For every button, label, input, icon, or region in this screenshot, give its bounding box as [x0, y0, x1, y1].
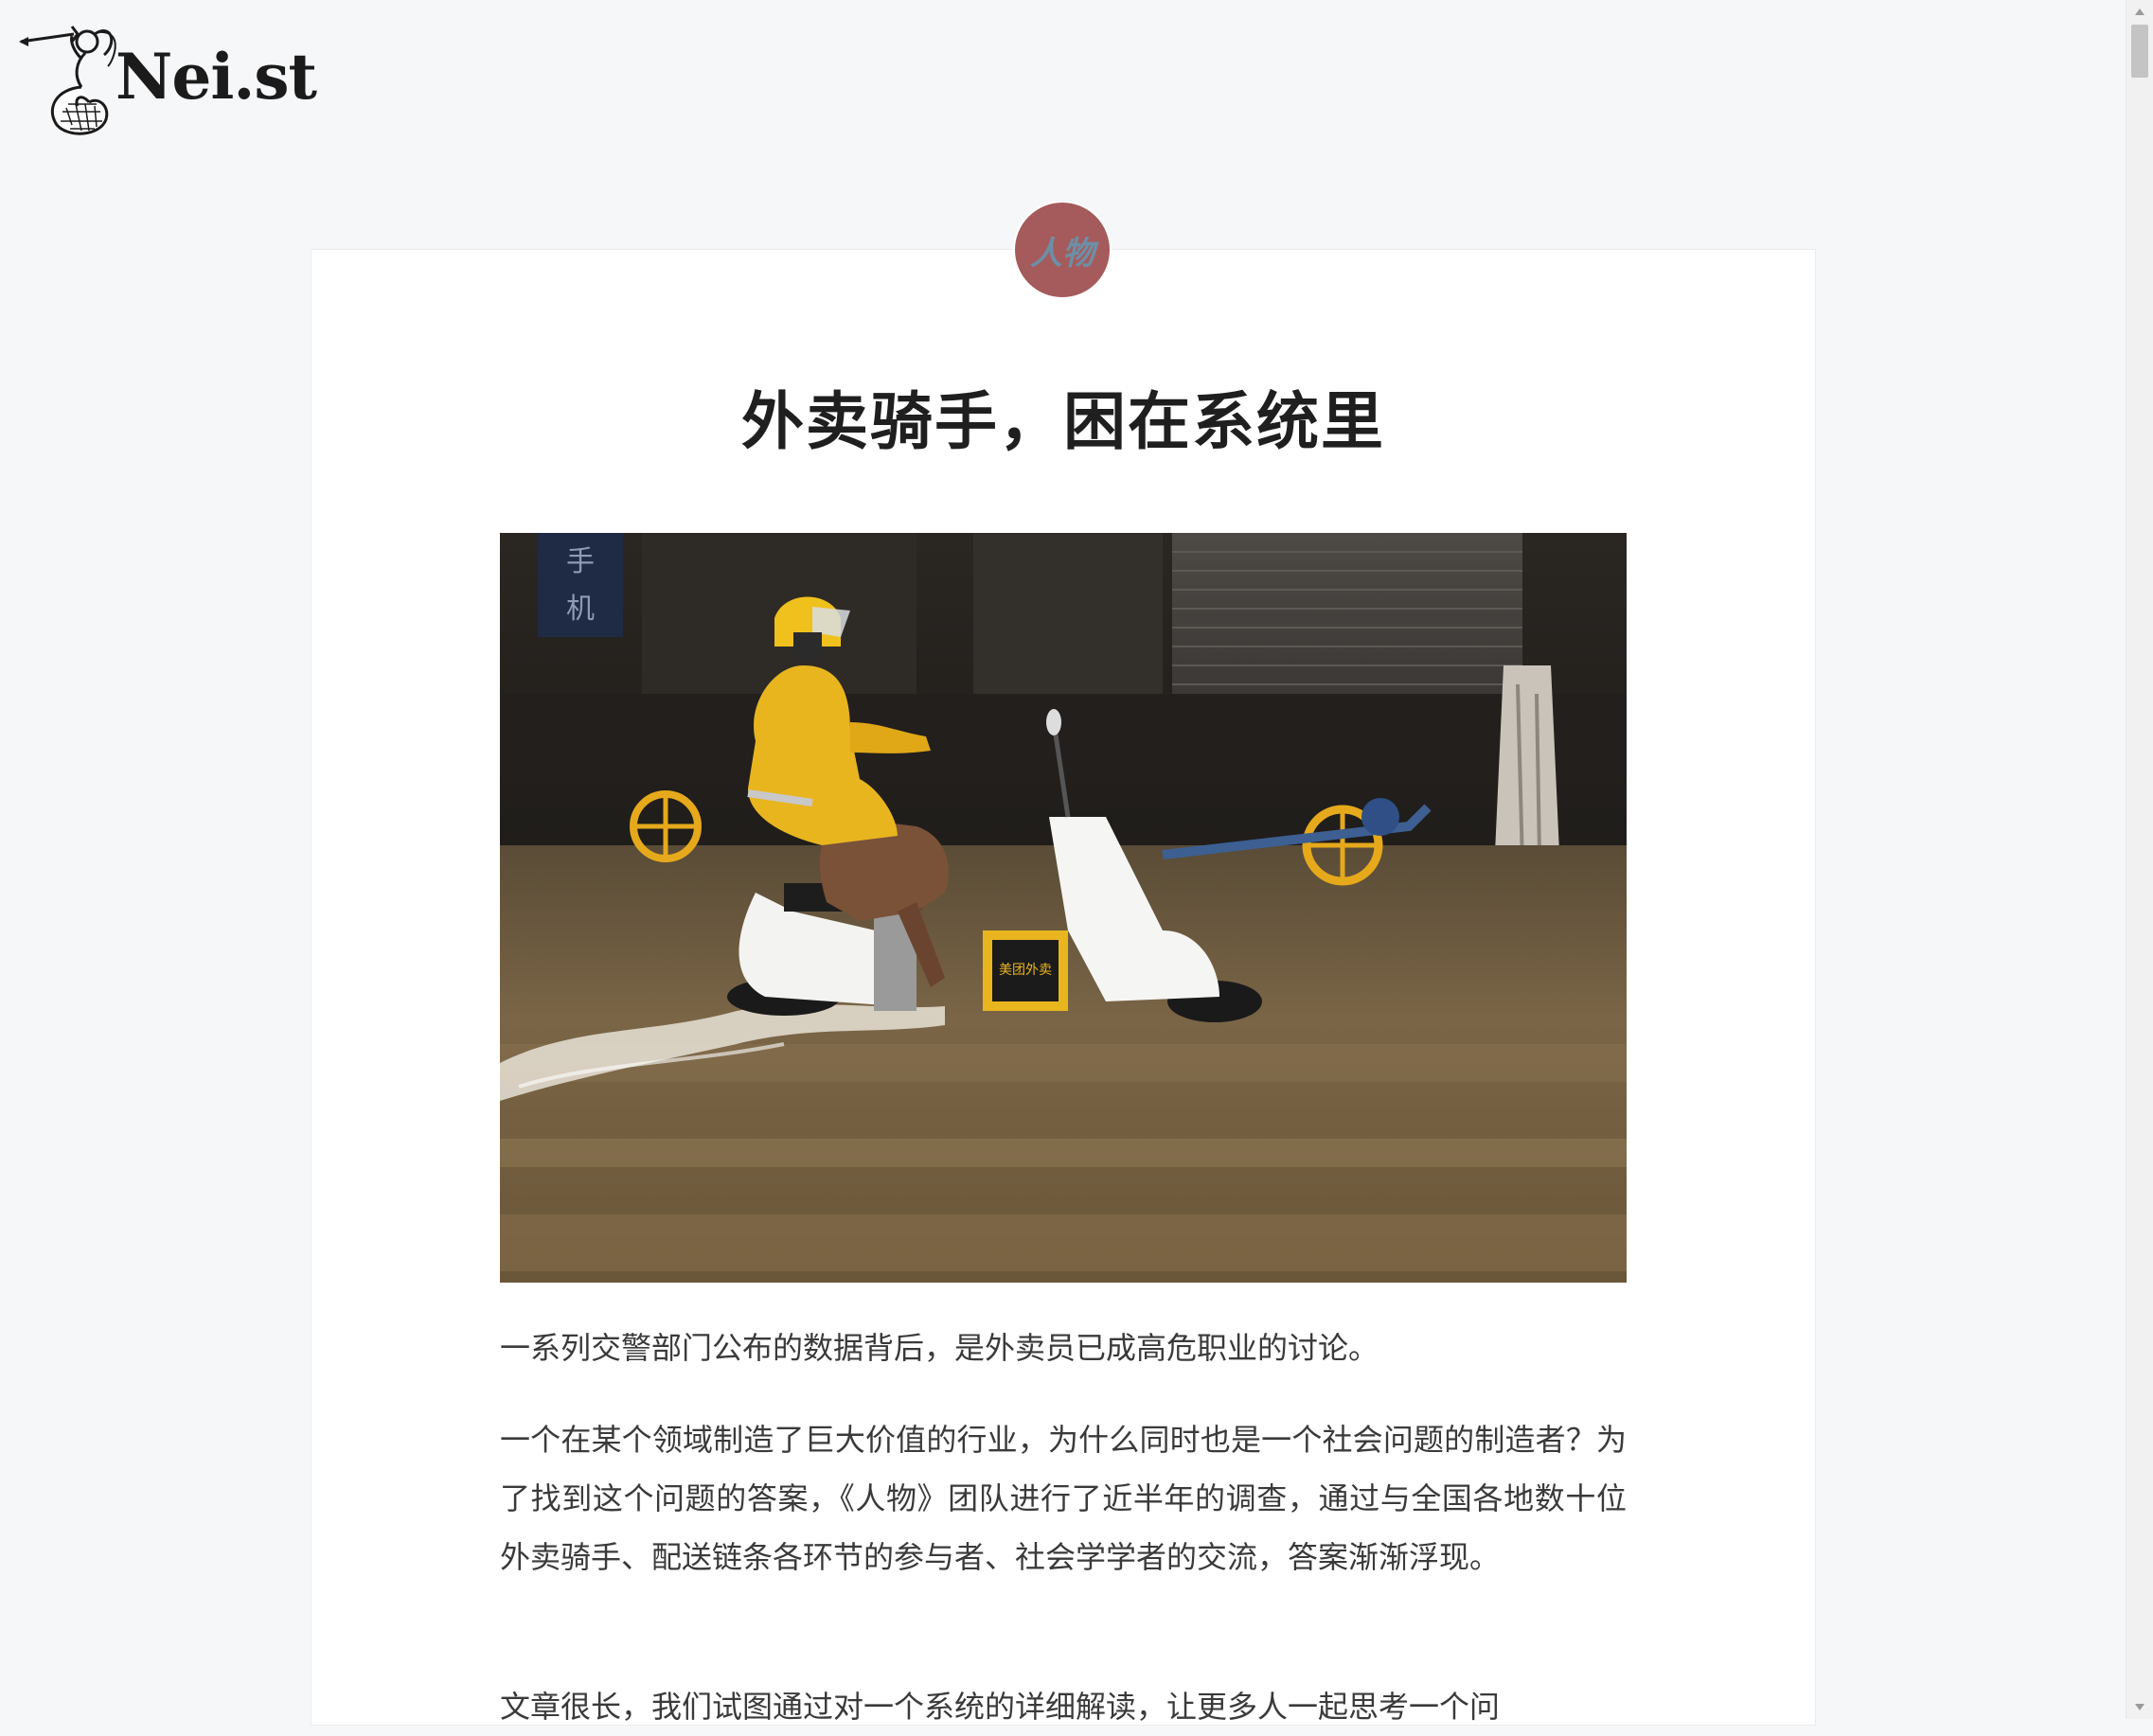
site-logo[interactable]: Nei.st — [19, 13, 317, 138]
article-paragraph: 一个在某个领域制造了巨大价值的行业，为什么同时也是一个社会问题的制造者？为了找到… — [500, 1423, 1627, 1574]
shop-sign-text: 手 — [566, 545, 595, 578]
scroll-up-icon[interactable] — [2135, 9, 2144, 15]
mermaid-logo-icon — [19, 26, 116, 135]
article-paragraph: 文章很长，我们试图通过对一个系统的详细解读，让更多人一起思考一个问 — [500, 1690, 1501, 1724]
category-badge[interactable]: 人物 — [1013, 201, 1112, 299]
logo-wordmark: Nei.st — [116, 40, 317, 114]
scroll-down-icon[interactable] — [2135, 1704, 2144, 1710]
fallen-bike-left — [630, 790, 702, 862]
article-title: 外卖骑手，困在系统里 — [741, 384, 1385, 458]
svg-text:机: 机 — [566, 593, 595, 626]
delivery-box-text: 美团外卖 — [999, 963, 1052, 978]
article-paragraph: 一系列交警部门公布的数据背后，是外卖员已成高危职业的讨论。 — [500, 1331, 1379, 1365]
category-badge-label: 人物 — [1030, 234, 1094, 273]
scroll-thumb[interactable] — [2131, 25, 2148, 78]
shutter-door — [1172, 533, 1522, 703]
page-scrollbar[interactable] — [2126, 0, 2153, 1719]
hero-photo: 手 机 美团外卖 — [500, 533, 1627, 1283]
